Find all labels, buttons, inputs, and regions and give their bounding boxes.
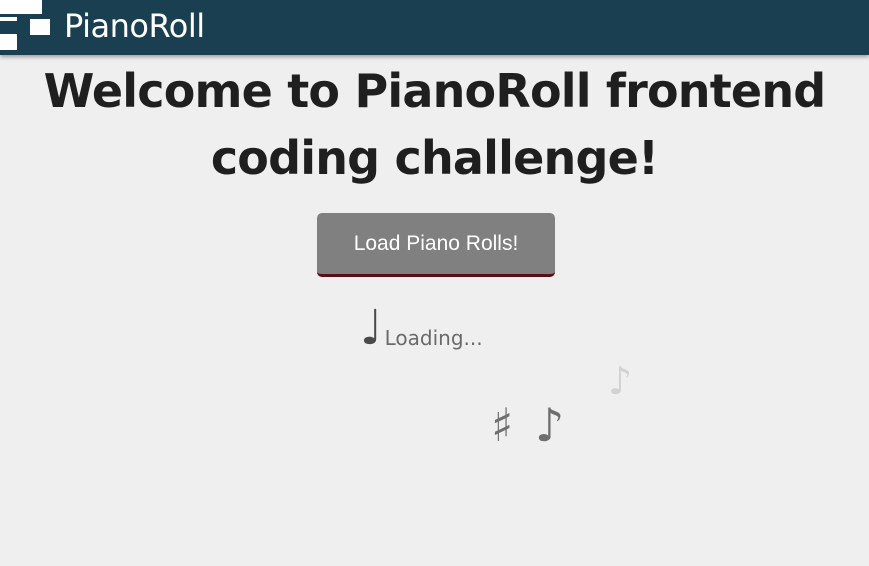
loading-text: Loading...: [384, 326, 483, 350]
eighth-note-icon: ♪: [535, 398, 565, 452]
logo-block: [0, 17, 17, 21]
brand-name[interactable]: PianoRoll: [64, 6, 205, 46]
eighth-note-icon: ♪: [608, 359, 633, 403]
page-title: Welcome to PianoRoll frontend coding cha…: [43, 64, 827, 185]
logo-block: [0, 34, 17, 50]
load-piano-rolls-button[interactable]: Load Piano Rolls!: [317, 213, 555, 277]
logo-block: [30, 19, 50, 35]
loading-indicator: ♩ Loading...: [360, 296, 483, 356]
sharp-icon: ♯: [491, 398, 514, 452]
logo-block: [0, 0, 42, 14]
quarter-note-icon: ♩: [360, 300, 383, 356]
navbar: PianoRoll: [0, 0, 869, 55]
pianoroll-logo-icon[interactable]: [0, 0, 52, 55]
